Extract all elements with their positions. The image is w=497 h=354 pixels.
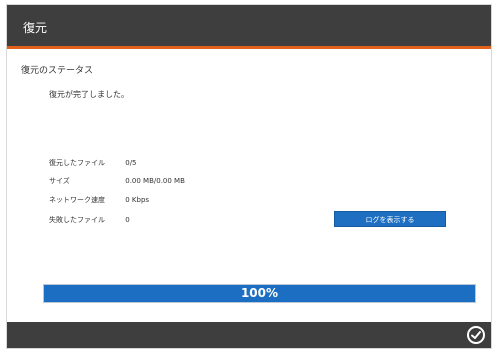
info-label: サイズ [49,177,70,185]
info-label: 復元したファイル [49,159,105,167]
info-row-size: サイズ 0.00 MB/0.00 MB [49,176,185,188]
info-value: 0.00 MB/0.00 MB [125,177,185,185]
info-label: 失敗したファイル [49,216,105,224]
progress-bar: 100% [43,284,476,303]
section-title: 復元のステータス [21,66,94,76]
restore-window: 復元 復元のステータス 復元が完了しました。 復元したファイル 0/5 サイズ … [6,4,492,349]
info-row-restored-files: 復元したファイル 0/5 [49,158,137,170]
status-message: 復元が完了しました。 [49,90,129,99]
info-label: ネットワーク速度 [49,196,105,204]
view-log-button[interactable]: ログを表示する [334,211,446,227]
title-bar: 復元 [7,5,491,49]
progress-percent: 100% [240,286,279,300]
info-value: 0/5 [125,159,137,167]
ok-button[interactable] [467,326,485,344]
info-value: 0 [125,216,130,224]
info-row-failed-files: 失敗したファイル 0 [49,215,130,227]
info-value: 0 Kbps [125,196,150,204]
window-title: 復元 [23,21,48,35]
footer-bar [7,322,491,348]
info-row-network-speed: ネットワーク速度 0 Kbps [49,195,149,207]
check-circle-icon [471,331,481,339]
